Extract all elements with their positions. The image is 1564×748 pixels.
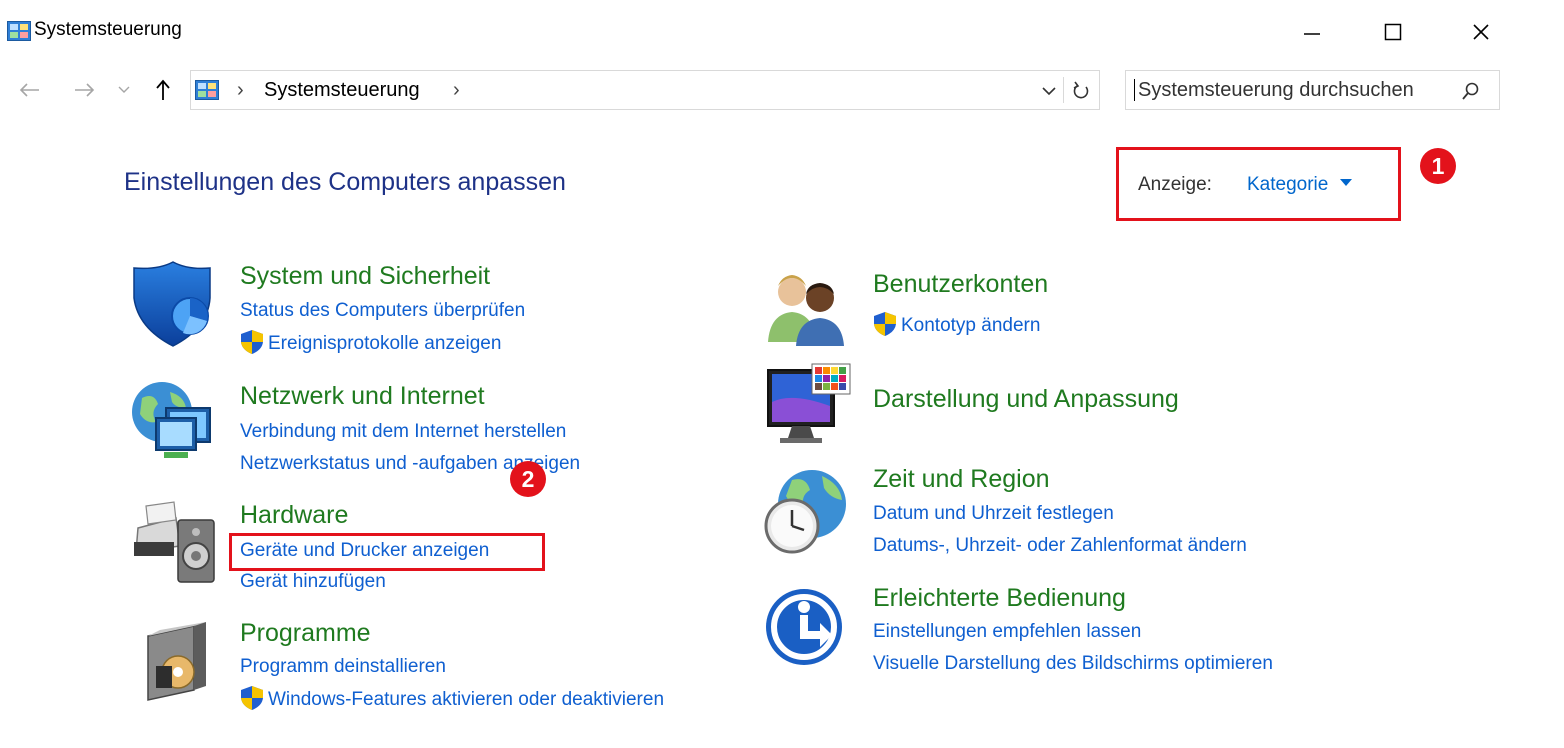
search-input[interactable]: Systemsteuerung durchsuchen bbox=[1125, 70, 1500, 110]
page-title: Einstellungen des Computers anpassen bbox=[124, 168, 566, 196]
close-icon bbox=[1473, 24, 1489, 40]
maximize-button[interactable] bbox=[1373, 14, 1413, 50]
back-arrow-icon[interactable] bbox=[17, 80, 41, 100]
category-title-time-region[interactable]: Zeit und Region bbox=[873, 465, 1050, 494]
link-uninstall-program[interactable]: Programm deinstallieren bbox=[240, 656, 446, 678]
category-title-system-security[interactable]: System und Sicherheit bbox=[240, 262, 490, 291]
dropdown-arrow-icon bbox=[1339, 178, 1352, 186]
annotation-badge-2: 2 bbox=[510, 461, 546, 497]
breadcrumb-separator[interactable]: › bbox=[237, 79, 244, 102]
user-accounts-icon[interactable] bbox=[762, 262, 852, 352]
maximize-icon bbox=[1384, 23, 1402, 41]
link-check-computer-status[interactable]: Status des Computers überprüfen bbox=[240, 300, 525, 322]
link-change-formats[interactable]: Datums-, Uhrzeit- oder Zahlenformat ände… bbox=[873, 535, 1247, 557]
link-windows-features-label: Windows-Features aktivieren oder deaktiv… bbox=[268, 689, 665, 711]
category-title-programs[interactable]: Programme bbox=[240, 619, 371, 648]
view-label: Anzeige: bbox=[1138, 174, 1212, 195]
link-event-logs-label: Ereignisprotokolle anzeigen bbox=[268, 333, 502, 355]
link-change-account-type-label: Kontotyp ändern bbox=[901, 315, 1041, 337]
link-connect-internet[interactable]: Verbindung mit dem Internet herstellen bbox=[240, 421, 566, 443]
link-devices-printers[interactable]: Geräte und Drucker anzeigen bbox=[240, 540, 489, 562]
search-icon[interactable] bbox=[1461, 81, 1481, 101]
view-mode-dropdown[interactable]: Kategorie bbox=[1247, 174, 1352, 196]
minimize-button[interactable] bbox=[1292, 14, 1332, 50]
link-change-account-type[interactable]: Kontotyp ändern bbox=[873, 312, 1041, 339]
search-placeholder: Systemsteuerung durchsuchen bbox=[1138, 79, 1414, 101]
time-region-clock-icon[interactable] bbox=[762, 466, 852, 556]
ease-of-access-icon[interactable] bbox=[762, 583, 852, 673]
breadcrumb-separator-trailing[interactable]: › bbox=[453, 79, 460, 102]
category-title-appearance[interactable]: Darstellung und Anpassung bbox=[873, 385, 1179, 414]
link-windows-features[interactable]: Windows-Features aktivieren oder deaktiv… bbox=[240, 686, 665, 713]
appearance-monitor-icon[interactable] bbox=[762, 362, 852, 452]
category-title-hardware[interactable]: Hardware bbox=[240, 501, 348, 530]
address-bar[interactable]: › Systemsteuerung › bbox=[190, 70, 1100, 110]
window-title: Systemsteuerung bbox=[34, 19, 182, 40]
link-set-date-time[interactable]: Datum und Uhrzeit festlegen bbox=[873, 503, 1114, 525]
printer-speaker-icon[interactable] bbox=[128, 498, 218, 588]
text-cursor bbox=[1134, 79, 1135, 101]
shield-security-icon[interactable] bbox=[128, 258, 218, 348]
control-panel-path-icon bbox=[195, 80, 219, 100]
link-recommend-settings[interactable]: Einstellungen empfehlen lassen bbox=[873, 621, 1141, 643]
annotation-badge-1: 1 bbox=[1420, 148, 1456, 184]
close-button[interactable] bbox=[1461, 14, 1501, 50]
category-title-ease-of-access[interactable]: Erleichterte Bedienung bbox=[873, 584, 1126, 613]
recent-locations-chevron-icon[interactable] bbox=[117, 84, 131, 96]
refresh-icon[interactable] bbox=[1071, 80, 1091, 102]
up-arrow-icon[interactable] bbox=[153, 78, 173, 102]
breadcrumb-item-systemsteuerung[interactable]: Systemsteuerung bbox=[264, 79, 420, 102]
category-title-user-accounts[interactable]: Benutzerkonten bbox=[873, 270, 1048, 299]
uac-shield-icon bbox=[241, 686, 263, 710]
uac-shield-icon bbox=[241, 330, 263, 354]
link-event-logs[interactable]: Ereignisprotokolle anzeigen bbox=[240, 330, 502, 357]
category-title-network-internet[interactable]: Netzwerk und Internet bbox=[240, 382, 485, 411]
address-divider bbox=[1063, 77, 1064, 103]
control-panel-icon bbox=[7, 21, 31, 41]
view-mode-value: Kategorie bbox=[1247, 174, 1329, 195]
programs-disc-icon[interactable] bbox=[128, 616, 218, 706]
forward-arrow-icon[interactable] bbox=[73, 80, 97, 100]
network-globe-icon[interactable] bbox=[128, 378, 218, 468]
uac-shield-icon bbox=[874, 312, 896, 336]
link-add-device[interactable]: Gerät hinzufügen bbox=[240, 571, 386, 593]
address-history-chevron-icon[interactable] bbox=[1041, 85, 1057, 97]
link-optimize-display[interactable]: Visuelle Darstellung des Bildschirms opt… bbox=[873, 653, 1273, 675]
minimize-icon bbox=[1304, 33, 1320, 35]
